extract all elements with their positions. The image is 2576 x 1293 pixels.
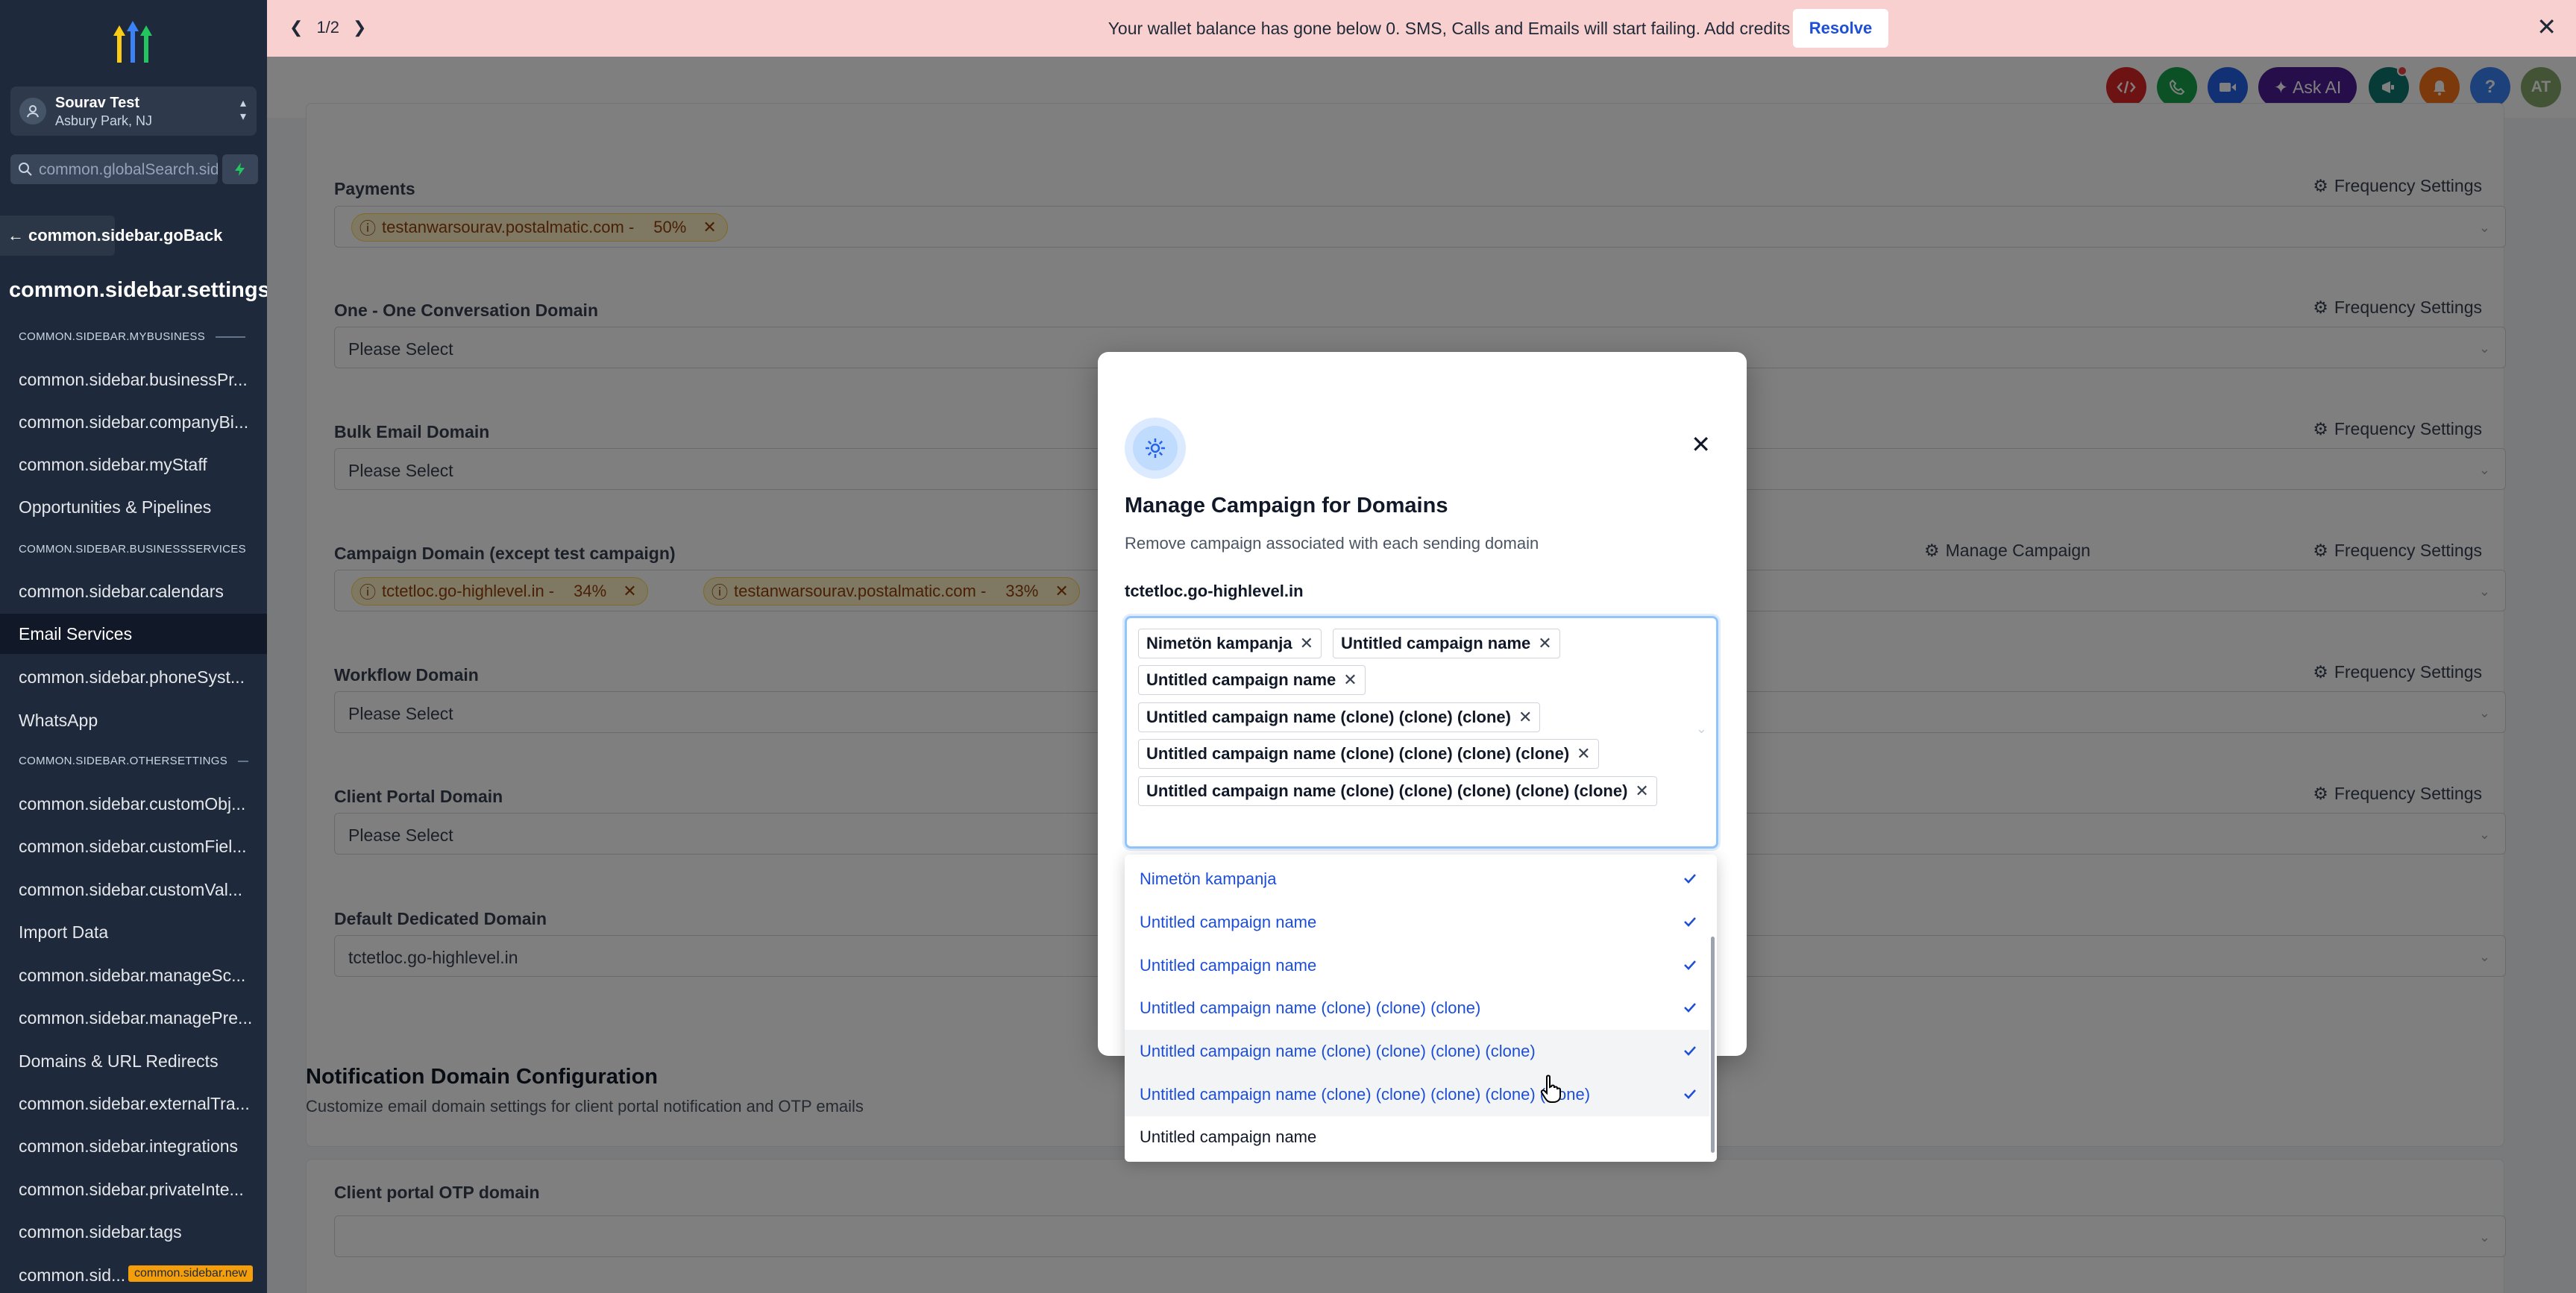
sidebar-item-calendars[interactable]: common.sidebar.calendars: [19, 582, 224, 602]
dropdown-option[interactable]: Untitled campaign name: [1125, 944, 1709, 987]
search-action-button[interactable]: [222, 154, 258, 184]
dropdown-scrollbar[interactable]: [1711, 937, 1715, 1153]
dropdown-option[interactable]: Untitled campaign name (clone) (clone) (…: [1125, 987, 1709, 1030]
lightning-icon: [235, 163, 245, 176]
modal-title: Manage Campaign for Domains: [1125, 494, 1448, 517]
campaign-chip: Untitled campaign name ✕: [1333, 629, 1560, 658]
modal-subtitle: Remove campaign associated with each sen…: [1125, 534, 1539, 553]
sidebar-item-my-staff[interactable]: common.sidebar.myStaff: [19, 455, 207, 475]
arrow-left-icon: ←: [7, 226, 24, 245]
sidebar-item-email-services[interactable]: Email Services: [0, 614, 267, 654]
go-back-button[interactable]: ← common.sidebar.goBack: [0, 216, 222, 256]
sidebar-item-manage-scoring[interactable]: common.sidebar.manageSc...: [19, 966, 245, 986]
chevron-updown-icon: ▴ ▾: [239, 97, 246, 123]
sidebar-item-manage-preferences[interactable]: common.sidebar.managePre...: [19, 1008, 252, 1028]
location-icon: [19, 98, 46, 125]
sidebar-section-othersettings: COMMON.SIDEBAR.OTHERSETTINGS: [19, 755, 249, 767]
campaign-chip: Untitled campaign name (clone) (clone) (…: [1138, 702, 1541, 732]
dropdown-option[interactable]: Untitled campaign name (clone) (clone) (…: [1125, 1030, 1709, 1073]
modal-domain-label: tctetloc.go-highlevel.in: [1125, 582, 1304, 600]
sidebar-item-custom-values[interactable]: common.sidebar.customVal...: [19, 880, 242, 900]
sidebar-item-private-integrations[interactable]: common.sidebar.privateInte...: [19, 1180, 244, 1200]
go-back-label: common.sidebar.goBack: [28, 226, 223, 245]
sidebar-item-tags[interactable]: common.sidebar.tags: [19, 1222, 182, 1242]
dropdown-option[interactable]: Nimetön kampanja: [1125, 858, 1709, 901]
campaign-chip: Untitled campaign name (clone) (clone) (…: [1138, 739, 1599, 769]
campaign-dropdown: Nimetön kampanja Untitled campaign name …: [1125, 855, 1717, 1162]
sidebar-item-custom-objects[interactable]: common.sidebar.customObj...: [19, 794, 245, 814]
campaign-chip: Untitled campaign name ✕: [1138, 665, 1366, 695]
chip-remove-icon[interactable]: ✕: [1577, 744, 1590, 764]
check-icon: [1684, 960, 1696, 970]
resolve-button[interactable]: Resolve: [1793, 9, 1888, 48]
banner-message: Your wallet balance has gone below 0. SM…: [1108, 19, 1890, 38]
sidebar-item-integrations[interactable]: common.sidebar.integrations: [19, 1136, 238, 1157]
sidebar-item-opportunities[interactable]: Opportunities & Pipelines: [19, 497, 211, 517]
chip-remove-icon[interactable]: ✕: [1518, 708, 1532, 727]
chip-remove-icon[interactable]: ✕: [1538, 634, 1551, 653]
account-switcher[interactable]: Sourav Test Asbury Park, NJ ▴ ▾: [10, 86, 257, 136]
settings-icon: [1125, 418, 1186, 479]
sidebar-section-businessservices: COMMON.SIDEBAR.BUSINESSSERVICES: [19, 543, 246, 556]
campaign-chip: Untitled campaign name (clone) (clone) (…: [1138, 776, 1657, 806]
campaign-multiselect[interactable]: Nimetön kampanja ✕ Untitled campaign name…: [1125, 616, 1718, 849]
sidebar: Sourav Test Asbury Park, NJ ▴ ▾ common.gl…: [0, 0, 267, 1293]
sidebar-item-import-data[interactable]: Import Data: [19, 922, 108, 943]
sidebar-title: common.sidebar.settings: [9, 278, 267, 302]
hand-cursor-icon: [1540, 1075, 1561, 1103]
sidebar-item-custom-fields[interactable]: common.sidebar.customFiel...: [19, 837, 247, 857]
sidebar-item-whatsapp[interactable]: WhatsApp: [19, 711, 98, 731]
new-badge: common.sidebar.new: [128, 1265, 254, 1282]
check-icon: [1684, 1046, 1696, 1056]
close-icon[interactable]: ✕: [2536, 15, 2557, 39]
dropdown-option-hovered[interactable]: Untitled campaign name (clone) (clone) (…: [1125, 1073, 1709, 1116]
global-search-input[interactable]: common.globalSearch.sidebar: [10, 154, 218, 184]
chip-remove-icon[interactable]: ✕: [1635, 781, 1648, 801]
sidebar-item-domains[interactable]: Domains & URL Redirects: [19, 1051, 219, 1072]
search-placeholder: common.globalSearch.sidebar: [39, 161, 218, 178]
sidebar-item-phone-system[interactable]: common.sidebar.phoneSyst...: [19, 667, 245, 688]
check-icon: [1684, 874, 1696, 884]
check-icon: [1684, 1003, 1696, 1013]
chevron-down-icon: ⌄: [1695, 721, 1707, 736]
dropdown-option[interactable]: Untitled campaign name: [1125, 901, 1709, 944]
sidebar-item-external-tracking[interactable]: common.sidebar.externalTra...: [19, 1094, 250, 1114]
sidebar-item-truncated[interactable]: common.sid...: [19, 1265, 125, 1286]
account-name: Sourav Test: [55, 95, 139, 111]
search-icon: [19, 163, 32, 176]
chip-remove-icon[interactable]: ✕: [1300, 634, 1313, 653]
sidebar-section-mybusiness: COMMON.SIDEBAR.MYBUSINESS: [19, 330, 246, 343]
chip-remove-icon[interactable]: ✕: [1343, 670, 1357, 690]
modal-close-icon[interactable]: ✕: [1691, 432, 1711, 456]
campaign-chip: Nimetön kampanja ✕: [1138, 629, 1322, 658]
check-icon: [1684, 917, 1696, 927]
check-icon: [1684, 1089, 1696, 1099]
app-logo-icon: [113, 21, 152, 63]
sidebar-item-company-billing[interactable]: common.sidebar.companyBi...: [19, 412, 248, 432]
dropdown-option[interactable]: Untitled campaign name: [1125, 1116, 1709, 1159]
wallet-warning-banner: ❮ 1/2 ❯ Your wallet balance has gone bel…: [267, 0, 2576, 57]
account-location: Asbury Park, NJ: [55, 113, 153, 128]
sidebar-item-business-profile[interactable]: common.sidebar.businessPr...: [19, 370, 248, 390]
